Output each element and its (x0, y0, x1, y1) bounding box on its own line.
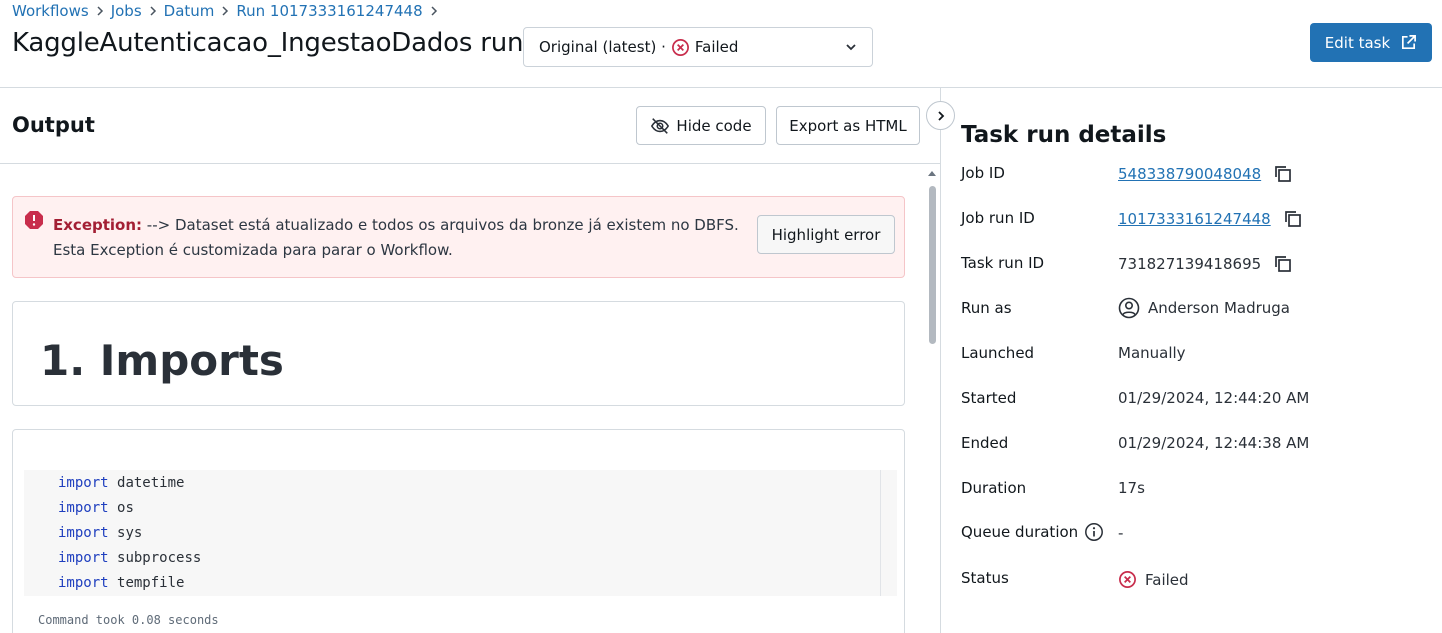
chevron-right-icon (423, 6, 445, 16)
export-html-button[interactable]: Export as HTML (776, 106, 920, 145)
highlight-error-button[interactable]: Highlight error (757, 215, 895, 254)
run-as-value: Anderson Madruga (1118, 297, 1290, 319)
external-link-icon (1402, 35, 1417, 50)
run-selector-value: Original (latest) · (539, 38, 666, 56)
code-line: import sys (58, 525, 143, 541)
code-line: import datetime (58, 475, 185, 491)
started-value: 01/29/2024, 12:44:20 AM (1118, 389, 1310, 407)
edit-task-button[interactable]: Edit task (1310, 23, 1432, 62)
status-value: Failed (1118, 570, 1189, 589)
launched-value: Manually (1118, 344, 1186, 362)
error-banner: Exception: --> Dataset está atualizado e… (12, 196, 905, 278)
panel-divider (940, 88, 941, 633)
queue-duration-text: Queue duration (961, 523, 1079, 541)
chevron-right-icon (214, 6, 236, 16)
code-ruler (880, 470, 881, 596)
chevron-right-icon (142, 6, 164, 16)
copy-icon[interactable] (1273, 254, 1293, 274)
job-id-value: 548338790048048 (1118, 164, 1293, 184)
job-run-id-link[interactable]: 1017333161247448 (1118, 210, 1271, 228)
job-run-id-value: 1017333161247448 (1118, 209, 1303, 229)
hide-code-button[interactable]: Hide code (636, 106, 766, 145)
queue-duration-value: - (1118, 524, 1124, 542)
job-run-id-label: Job run ID (961, 209, 1035, 227)
run-selector-status: Failed (694, 38, 739, 56)
header-divider (0, 87, 1442, 88)
status-text: Failed (1145, 570, 1189, 589)
task-run-id-label: Task run ID (961, 254, 1045, 272)
output-divider (0, 163, 940, 164)
code-line: import subprocess (58, 550, 202, 566)
ended-label: Ended (961, 434, 1009, 452)
code-cell: import datetime import os import sys imp… (12, 429, 905, 633)
page-title: KaggleAutenticacao_IngestaoDados run (12, 28, 524, 58)
job-id-label: Job ID (961, 164, 1005, 182)
duration-label: Duration (961, 479, 1027, 497)
code-editor[interactable]: import datetime import os import sys imp… (24, 470, 897, 596)
run-as-text: Anderson Madruga (1148, 299, 1290, 317)
breadcrumb-run[interactable]: Run 1017333161247448 (236, 2, 422, 20)
task-run-id-value: 731827139418695 (1118, 254, 1293, 274)
chevron-down-icon (846, 44, 856, 51)
failed-icon (671, 38, 689, 56)
code-line: import tempfile (58, 575, 185, 591)
status-label: Status (961, 569, 1009, 587)
edit-task-label: Edit task (1324, 33, 1391, 52)
task-run-id-text: 731827139418695 (1118, 255, 1262, 273)
user-icon (1118, 297, 1140, 319)
error-icon (25, 211, 43, 229)
run-as-label: Run as (961, 299, 1012, 317)
output-title: Output (12, 113, 95, 137)
copy-icon[interactable] (1283, 209, 1303, 229)
collapse-panel-button[interactable] (926, 101, 955, 130)
markdown-cell: 1. Imports (12, 301, 905, 406)
chevron-right-icon (937, 110, 944, 121)
ended-value: 01/29/2024, 12:44:38 AM (1118, 434, 1310, 452)
duration-value: 17s (1118, 479, 1145, 497)
command-duration: Command took 0.08 seconds (38, 613, 219, 627)
hide-code-label: Hide code (676, 116, 752, 135)
breadcrumb: Workflows Jobs Datum Run 101733316124744… (12, 2, 445, 20)
code-line: import os (58, 500, 134, 516)
copy-icon[interactable] (1273, 164, 1293, 184)
markdown-heading: 1. Imports (40, 336, 284, 385)
run-selector[interactable]: Original (latest) · Failed (523, 27, 873, 67)
error-detail: --> Dataset está atualizado e todos os a… (53, 216, 739, 259)
error-message: Exception: --> Dataset está atualizado e… (53, 213, 753, 263)
failed-icon (1119, 571, 1136, 588)
info-icon[interactable] (1084, 522, 1104, 542)
error-label: Exception: (53, 216, 143, 234)
scroll-up-arrow-icon[interactable] (926, 168, 938, 180)
details-title: Task run details (961, 122, 1167, 148)
launched-label: Launched (961, 344, 1035, 362)
queue-duration-label: Queue duration (961, 522, 1104, 542)
breadcrumb-workflows[interactable]: Workflows (12, 2, 89, 20)
job-id-link[interactable]: 548338790048048 (1118, 165, 1261, 183)
started-label: Started (961, 389, 1017, 407)
scrollbar-thumb[interactable] (929, 186, 936, 344)
eye-off-icon (651, 117, 670, 134)
breadcrumb-jobs[interactable]: Jobs (111, 2, 142, 20)
breadcrumb-datum[interactable]: Datum (164, 2, 215, 20)
chevron-right-icon (89, 6, 111, 16)
